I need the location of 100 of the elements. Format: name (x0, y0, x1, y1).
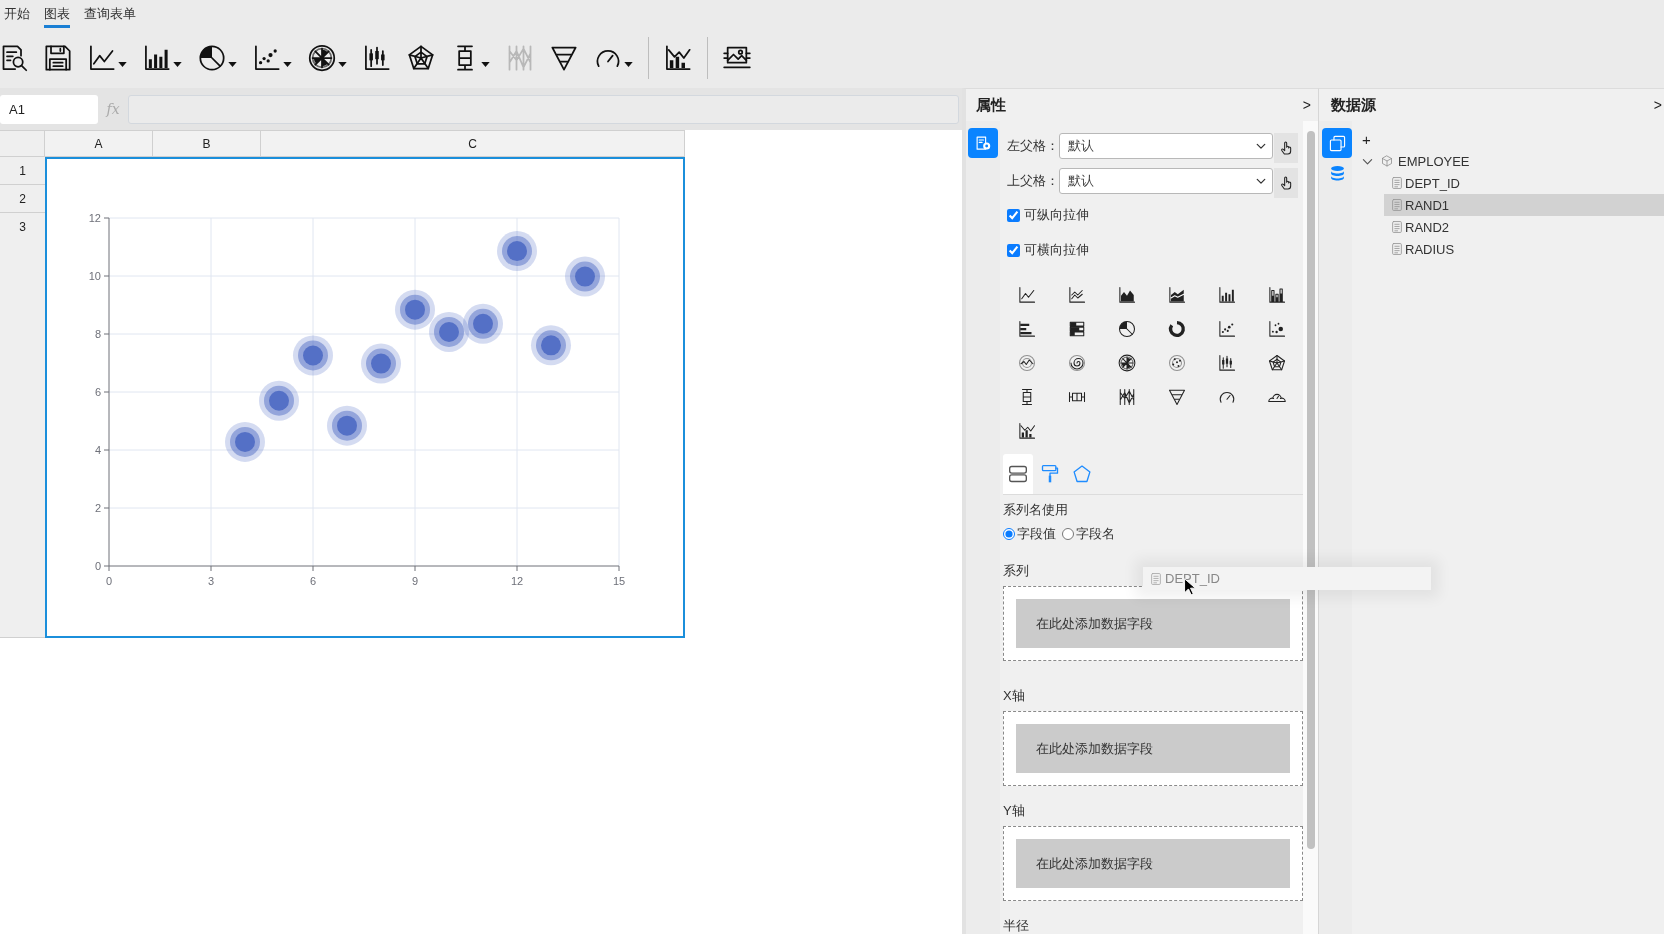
formula-field[interactable] (128, 94, 959, 124)
stacked-horizontal-bar-chart-icon[interactable] (1068, 320, 1086, 338)
data-point[interactable] (497, 231, 537, 272)
caret-icon[interactable] (481, 61, 490, 67)
parallel-chart-icon[interactable] (1118, 388, 1136, 406)
caret-icon[interactable] (228, 61, 237, 67)
bar-chart-icon[interactable] (143, 44, 171, 72)
chevron-down-icon (1256, 141, 1266, 151)
drop-hint: 在此处添加数据字段 (1016, 724, 1290, 773)
data-point[interactable] (361, 343, 401, 384)
funnel-icon[interactable] (1168, 388, 1186, 406)
checkbox[interactable] (1007, 243, 1020, 257)
side-tab[interactable] (1322, 128, 1352, 158)
row-header[interactable]: 3 (0, 213, 45, 638)
tree-item[interactable]: RAND1 (1384, 194, 1664, 216)
line-chart-icon[interactable] (88, 44, 116, 72)
polar-line-chart-icon[interactable] (1018, 354, 1036, 372)
polar-chart-icon[interactable] (308, 44, 336, 72)
data-point[interactable] (463, 303, 503, 344)
field-label: 左父格： (1006, 137, 1059, 155)
checkbox[interactable] (1007, 208, 1020, 222)
data-point[interactable] (225, 421, 265, 462)
bar-chart-icon[interactable] (1218, 286, 1236, 304)
drop-zone[interactable]: 在此处添加数据字段 (1003, 586, 1303, 661)
scatter-chart-icon[interactable] (253, 44, 281, 72)
settings-tab[interactable] (1003, 454, 1033, 494)
radar-chart-icon[interactable] (407, 44, 435, 72)
drop-zone[interactable]: 在此处添加数据字段 (1003, 711, 1303, 786)
row-header[interactable]: 1 (0, 157, 45, 185)
collapse-button[interactable]: > (1653, 97, 1662, 113)
axis-tick-label: 10 (88, 270, 101, 282)
document-search-icon[interactable] (0, 44, 28, 72)
caret-icon[interactable] (173, 61, 182, 67)
column-header[interactable]: A (45, 130, 153, 157)
donut-chart-icon[interactable] (1168, 320, 1186, 338)
radio-button[interactable] (1062, 528, 1074, 540)
dropdown-field[interactable]: 默认 (1059, 133, 1273, 159)
tree-item[interactable]: EMPLOYEE (1352, 150, 1664, 172)
tree-item[interactable]: RADIUS (1384, 238, 1664, 260)
pie-chart-icon[interactable] (1118, 320, 1136, 338)
polar-scatter-icon[interactable] (1168, 354, 1186, 372)
data-point[interactable] (327, 405, 367, 446)
add-button[interactable]: + (1362, 130, 1371, 150)
data-point[interactable] (293, 335, 333, 376)
radar-chart-icon[interactable] (1268, 354, 1286, 372)
multi-line-chart-icon[interactable] (1068, 286, 1086, 304)
chart-frame[interactable]: 0 2 4 6 8 10 12 0 3 6 9 12 15 (45, 157, 685, 638)
column-header[interactable]: B (153, 130, 261, 157)
data-point[interactable] (395, 289, 435, 330)
horizontal-bar-chart-icon[interactable] (1018, 320, 1036, 338)
cube-icon (1381, 155, 1393, 167)
caret-icon[interactable] (338, 61, 347, 67)
hand-pointer-icon (1278, 175, 1294, 191)
spiral-icon[interactable] (1068, 354, 1086, 372)
row-header[interactable]: 2 (0, 185, 45, 213)
drop-hint: 在此处添加数据字段 (1016, 839, 1290, 888)
pick-cell-button[interactable] (1274, 168, 1298, 198)
database-icon (1328, 164, 1346, 182)
tree-item[interactable]: DEPT_ID (1384, 172, 1664, 194)
bubble-chart-icon[interactable] (1268, 320, 1286, 338)
caret-icon[interactable] (118, 61, 127, 67)
caret-icon[interactable] (624, 61, 633, 67)
candlestick-chart-icon[interactable] (1218, 354, 1236, 372)
candlestick-chart-icon[interactable] (363, 44, 391, 72)
combo-chart-icon[interactable] (1018, 422, 1036, 440)
stacked-bar-chart-icon[interactable] (1268, 286, 1286, 304)
copy-icon (1328, 134, 1346, 152)
save-icon[interactable] (44, 44, 72, 72)
tree-item[interactable]: RAND2 (1384, 216, 1664, 238)
dropdown-field[interactable]: 默认 (1059, 168, 1273, 194)
collapse-button[interactable]: > (1302, 97, 1311, 113)
axis-tick-label: 2 (94, 502, 101, 514)
area-chart-icon[interactable] (1118, 286, 1136, 304)
drop-zone[interactable]: 在此处添加数据字段 (1003, 826, 1303, 901)
menu-tab[interactable]: 图表 (44, 0, 70, 28)
axis-tick-label: 8 (94, 328, 101, 340)
side-tab[interactable] (968, 128, 998, 158)
scrollbar[interactable] (1307, 131, 1315, 849)
pick-cell-button[interactable] (1274, 133, 1298, 163)
axis-tick-label: 6 (309, 575, 317, 587)
data-point[interactable] (565, 256, 605, 297)
funnel-icon[interactable] (550, 44, 578, 72)
stacked-area-chart-icon[interactable] (1168, 286, 1186, 304)
cell-reference-field[interactable]: A1 (0, 94, 98, 124)
axis-tick-label: 4 (94, 444, 101, 456)
caret-icon[interactable] (283, 61, 292, 67)
radio-button[interactable] (1003, 528, 1015, 540)
data-point[interactable] (531, 325, 571, 366)
scatter-chart-icon[interactable] (1218, 320, 1236, 338)
pie-chart-icon[interactable] (198, 44, 226, 72)
line-chart-icon[interactable] (1018, 286, 1036, 304)
column-header[interactable]: C (261, 130, 685, 157)
data-point[interactable] (259, 380, 299, 421)
field-label: DEPT_ID (1165, 571, 1220, 586)
combo-chart-icon[interactable] (664, 44, 692, 72)
menu-tab[interactable]: 开始 (4, 0, 30, 28)
section-label: Y轴 (1003, 802, 1025, 820)
polar-chart-icon[interactable] (1118, 354, 1136, 372)
menu-tab[interactable]: 查询表单 (84, 0, 136, 28)
data-point[interactable] (429, 311, 469, 352)
